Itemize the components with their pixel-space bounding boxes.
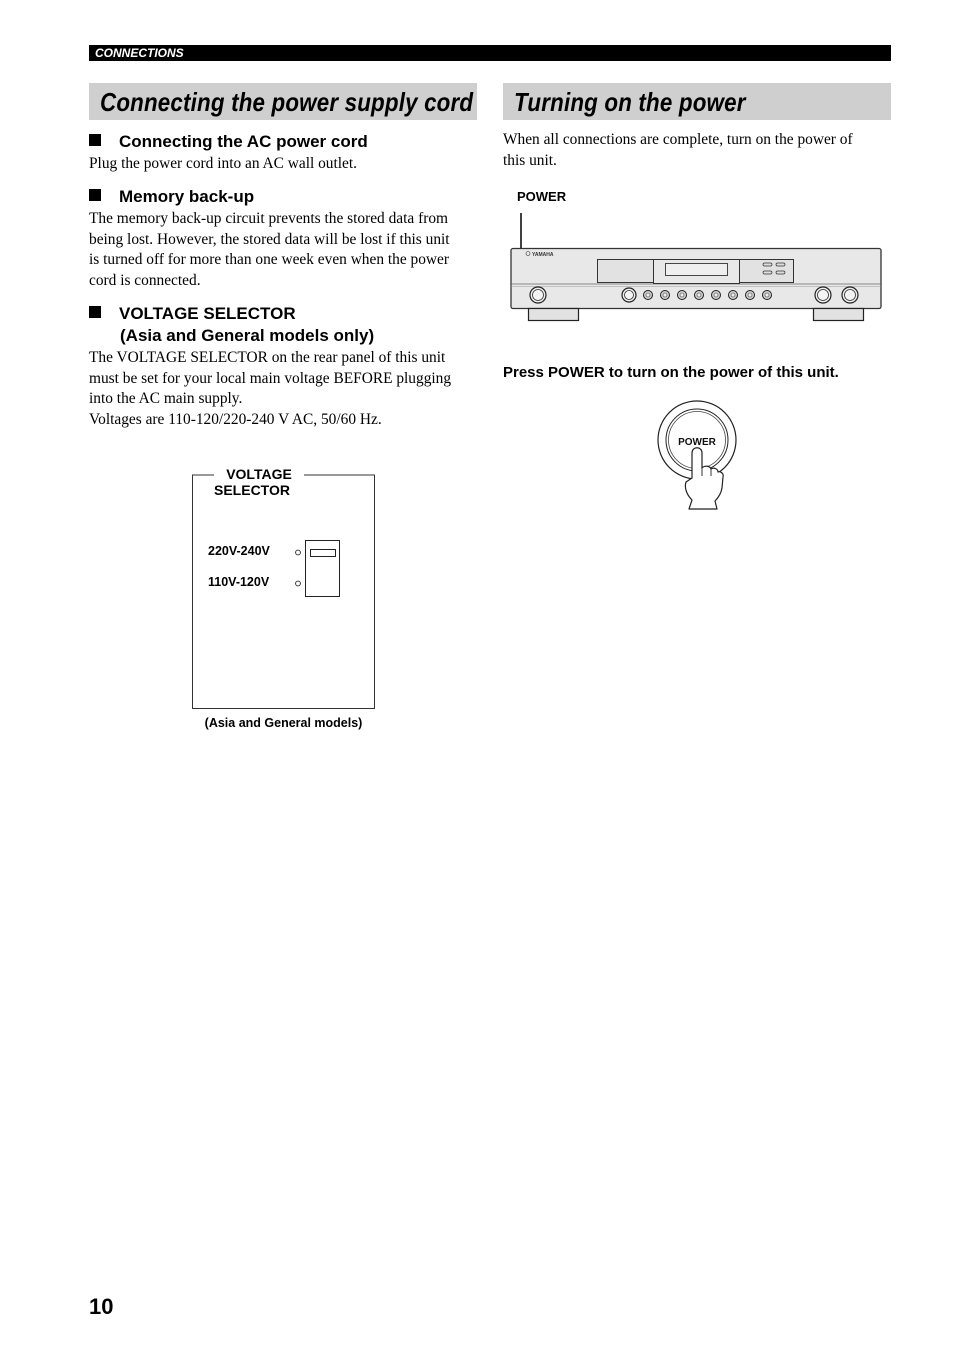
small-knob-center (747, 292, 753, 298)
voltage-selector-label: VOLTAGE (214, 466, 304, 482)
bullet-square-icon (89, 306, 101, 318)
ac-power-cord-text: Plug the power cord into an AC wall outl… (89, 154, 479, 175)
voltage-switch-housing (305, 540, 340, 597)
subheading-text: VOLTAGE SELECTOR (119, 304, 296, 323)
indicator-dot (295, 580, 301, 587)
text-line: must be set for your local main voltage … (89, 369, 452, 387)
display-screen (665, 263, 728, 276)
small-knob-center (730, 292, 736, 298)
voltage-switch-slider (310, 549, 336, 557)
left-section-title-banner: Connecting the power supply cord (89, 83, 477, 120)
subheading-text-line2: (Asia and General models only) (120, 326, 375, 345)
text-line: The VOLTAGE SELECTOR on the rear panel o… (89, 349, 446, 366)
text-line: cord is connected. (89, 271, 201, 289)
text-line: Voltages are 110-120/220-240 V AC, 50/60… (89, 410, 382, 428)
voltage-selector-figure: VOLTAGE SELECTOR 220V-240V 110V-120V (192, 466, 375, 709)
text-line: Plug the power cord into an AC wall outl… (89, 155, 358, 172)
right-section-title-banner: Turning on the power (503, 83, 891, 120)
right-section-title: Turning on the power (514, 87, 746, 117)
subheading-ac-power-cord: Connecting the AC power cord (89, 131, 368, 153)
left-foot (527, 307, 580, 322)
press-power-instruction: Press POWER to turn on the power of this… (503, 364, 839, 381)
bullet-square-icon (89, 134, 101, 146)
bullet-square-icon (89, 189, 101, 201)
small-knob-center (679, 292, 685, 298)
text-line: being lost. However, the stored data wil… (89, 230, 450, 248)
indicator-dot (295, 549, 301, 556)
voltage-figure-caption: (Asia and General models) (204, 716, 363, 730)
page-number: 10 (89, 1294, 114, 1319)
label-line: VOLTAGE (226, 466, 292, 482)
voltage-selector-text: The VOLTAGE SELECTOR on the rear panel o… (89, 348, 481, 430)
right-foot (812, 307, 865, 322)
option-220-240v: 220V-240V (208, 544, 270, 558)
small-knob-center (713, 292, 719, 298)
text-line: into the AC main supply. (89, 390, 243, 407)
option-110-120v: 110V-120V (208, 575, 270, 589)
text-line: this unit. (503, 151, 557, 169)
power-button-label: POWER (678, 437, 717, 448)
brand-text: YAMAHA (532, 252, 554, 258)
text-line: is turned off for more than one week eve… (89, 251, 449, 268)
small-knob-center (764, 292, 770, 298)
subheading-text: Memory back-up (119, 187, 255, 206)
subheading-text: Connecting the AC power cord (119, 132, 368, 151)
power-button-figure: POWER (657, 400, 737, 510)
small-knob-center (645, 292, 651, 298)
power-callout-label: POWER (517, 189, 567, 204)
memory-backup-text: The memory back-up circuit prevents the … (89, 209, 481, 291)
left-section-title: Connecting the power supply cord (100, 87, 474, 117)
turning-on-intro-text: When all connections are complete, turn … (503, 130, 895, 171)
label-line: SELECTOR (214, 482, 290, 498)
subheading-memory-backup: Memory back-up (89, 186, 254, 208)
section-header-bar: CONNECTIONS (89, 45, 891, 61)
subheading-voltage-selector: VOLTAGE SELECTOR (Asia and General model… (89, 303, 374, 347)
section-label: CONNECTIONS (95, 46, 184, 60)
small-knob-center (696, 292, 702, 298)
front-panel-figure: YAMAHA (510, 213, 882, 322)
small-knob-center (662, 292, 668, 298)
voltage-selector-label-line2: SELECTOR (214, 482, 302, 498)
text-line: The memory back-up circuit prevents the … (89, 210, 448, 227)
text-line: When all connections are complete, turn … (503, 131, 853, 148)
voltage-panel-outline (192, 474, 375, 709)
